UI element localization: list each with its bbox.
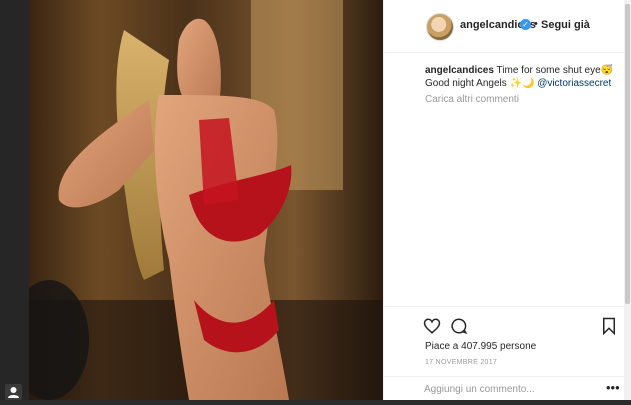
more-options-icon[interactable]: ••• bbox=[606, 380, 620, 395]
caption-username[interactable]: angelcandices bbox=[425, 65, 494, 76]
separator-dot: • bbox=[534, 18, 538, 30]
bookmark-icon[interactable] bbox=[600, 317, 618, 335]
post-photo bbox=[29, 0, 383, 400]
post-sidebar: angelcandices ✓ • Segui già angelcandice… bbox=[383, 0, 625, 400]
scrollbar[interactable] bbox=[624, 0, 631, 400]
likes-count[interactable]: Piace a 407.995 persone bbox=[425, 341, 536, 352]
comment-input[interactable] bbox=[424, 382, 594, 396]
scrollbar-thumb[interactable] bbox=[625, 4, 630, 304]
post-caption: angelcandices Time for some shut eye😴 Go… bbox=[425, 64, 615, 90]
post-actions: Piace a 407.995 persone 17 NOVEMBRE 2017 bbox=[384, 306, 625, 377]
follow-status-button[interactable]: Segui già bbox=[541, 19, 590, 31]
verified-badge-icon: ✓ bbox=[520, 19, 531, 30]
comment-bar: ••• bbox=[384, 376, 625, 401]
post-header: angelcandices ✓ • Segui già bbox=[384, 0, 625, 53]
avatar[interactable] bbox=[426, 13, 454, 41]
load-more-comments-button[interactable]: Carica altri commenti bbox=[425, 94, 519, 105]
comment-bubble-icon[interactable] bbox=[450, 317, 468, 335]
post-date: 17 NOVEMBRE 2017 bbox=[425, 359, 498, 366]
heart-icon[interactable] bbox=[423, 317, 441, 335]
user-icon[interactable] bbox=[5, 384, 22, 400]
caption-mention-link[interactable]: @victoriassecret bbox=[537, 78, 611, 89]
